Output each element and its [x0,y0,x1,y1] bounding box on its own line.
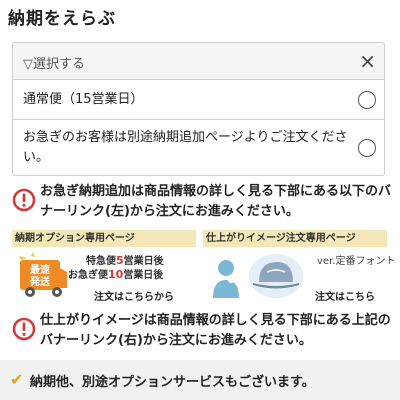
notice-text: 仕上がりイメージは商品情報の詳しく見る下部にある上記のバナーリンク(右)から注文… [40,313,391,348]
exclamation-icon [12,188,36,212]
check-icon: ✔ [10,370,24,389]
exclamation-icon [12,317,36,341]
badge-text-top: 最速 [30,263,50,276]
delivery-option-banner[interactable]: 納期オプション専用ページ 最速 発送 特急便5営業日後 お急ぎ便10営業日後 注… [12,230,196,304]
option-label: お急ぎのお客様は別途納期追加ページよりご注文ください。 [23,130,348,165]
option-standard-delivery[interactable]: 通常便（15営業日） [12,80,385,120]
preview-image-banner[interactable]: 仕上がりイメージ注文専用ページ ver.定番フォント 注文はこちら [203,230,395,304]
options-footer-bar[interactable]: ✔ 納期他、別途オプションサービスもございます。 [0,360,400,400]
delivery-select[interactable]: ▽選択する × [12,42,385,80]
express-line: 特急便5営業日後 [86,254,164,267]
notice-text: お急ぎ納期追加は商品情報の詳しく見る下部にある以下のバナーリンク(左)から注文に… [40,184,392,219]
radio-standard-delivery[interactable] [358,91,376,109]
page-title: 納期をえらぶ [8,9,116,29]
font-version-label: ver.定番フォント [317,256,396,267]
select-placeholder: ▽選択する [23,57,85,72]
fastest-shipping-badge-icon: 最速 発送 [19,252,67,297]
banner-order-link: 注文はこちらから [94,292,174,303]
footer-text: 納期他、別途オプションサービスもございます。 [30,375,315,390]
banner-row: 納期オプション専用ページ 最速 発送 特急便5営業日後 お急ぎ便10営業日後 注… [12,230,395,304]
banner-header: 仕上がりイメージ注文専用ページ [203,230,387,247]
cap-product-icon [249,254,303,298]
person-thinking-icon [213,260,239,298]
badge-text-bottom: 発送 [29,275,51,288]
option-express-delivery[interactable]: お急ぎのお客様は別途納期追加ページよりご注文ください。 [12,120,385,176]
option-label: 通常便（15営業日） [23,92,144,107]
banner-order-link: 注文はこちら [315,292,375,303]
rush-line: お急ぎ便10営業日後 [68,268,164,281]
banner-header: 納期オプション専用ページ [12,230,196,247]
close-icon[interactable]: × [359,49,376,73]
radio-express-delivery[interactable] [358,139,376,157]
